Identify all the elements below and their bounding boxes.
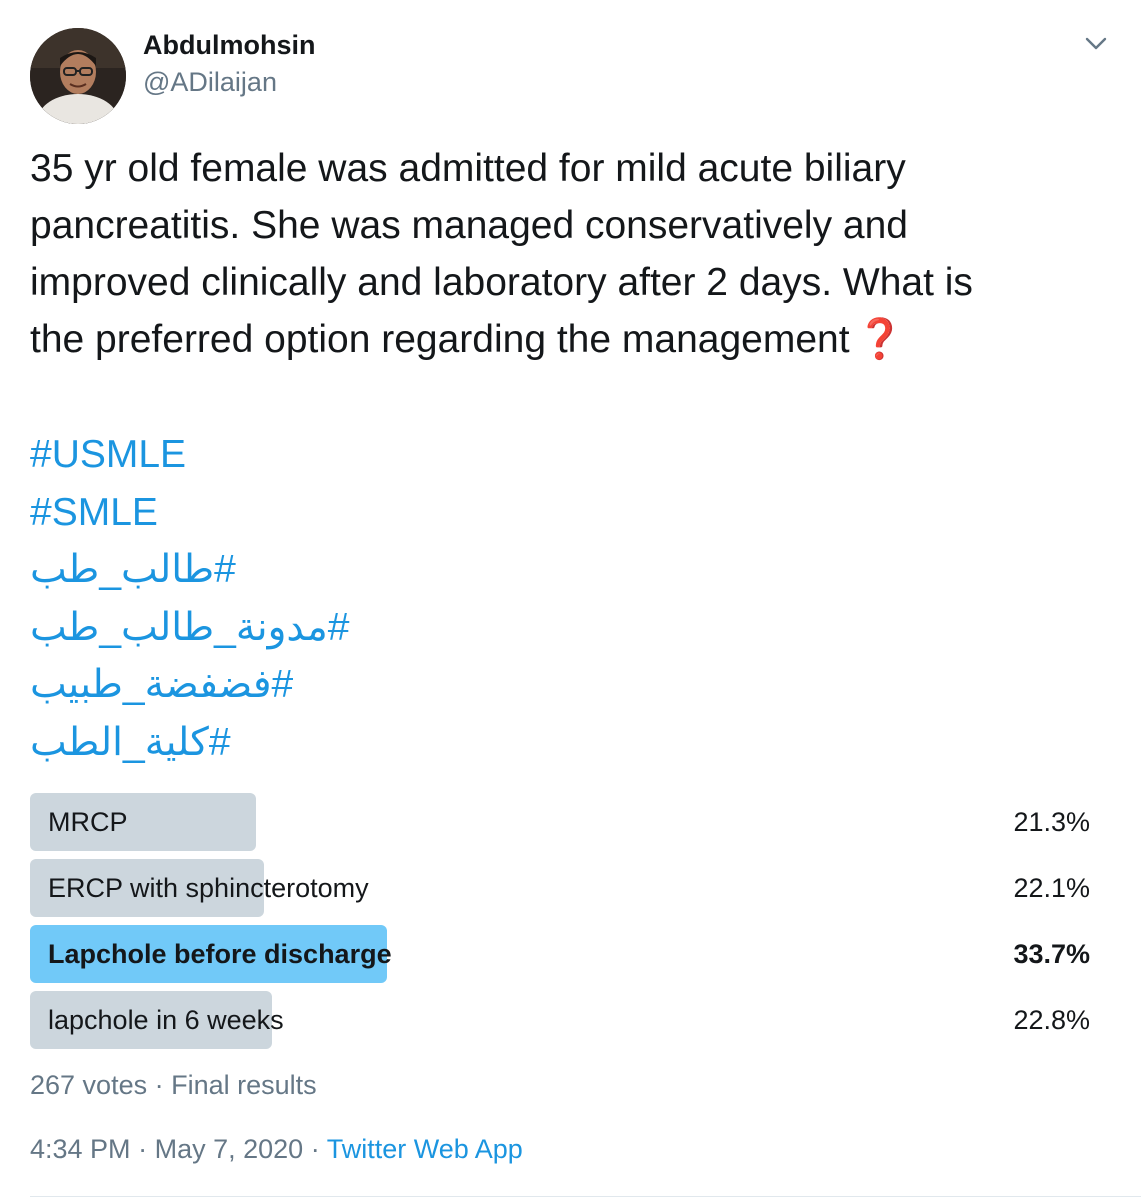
hashtag-doctor-venting[interactable]: #فضفضة_طبيب bbox=[30, 656, 1110, 714]
tweet-line: the preferred option regarding the manag… bbox=[30, 318, 850, 361]
tweet-timestamp: 4:34 PM · May 7, 2020 · Twitter Web App bbox=[30, 1134, 523, 1165]
tweet-time[interactable]: 4:34 PM bbox=[30, 1134, 131, 1164]
separator-dot: · bbox=[138, 1134, 148, 1164]
hashtag-list: #USMLE #SMLE #طالب_طب #مدونة_طالب_طب #فض… bbox=[30, 426, 1110, 772]
avatar[interactable] bbox=[30, 28, 126, 124]
tweet-line: improved clinically and laboratory after… bbox=[30, 261, 973, 304]
user-handle[interactable]: @ADilaijan bbox=[143, 67, 277, 98]
poll-summary: 267 votes · Final results bbox=[30, 1070, 317, 1101]
poll-status: Final results bbox=[171, 1070, 317, 1100]
source-app-link[interactable]: Twitter Web App bbox=[327, 1134, 523, 1164]
separator-dot: · bbox=[310, 1134, 320, 1164]
poll-option-label: MRCP bbox=[48, 807, 128, 837]
poll-option-label: lapchole in 6 weeks bbox=[48, 1005, 284, 1035]
poll-option-label: ERCP with sphincterotomy bbox=[48, 873, 369, 903]
poll-option: Lapchole before discharge 33.7% bbox=[30, 925, 1090, 983]
separator-dot: · bbox=[154, 1070, 164, 1100]
tweet-text: 35 yr old female was admitted for mild a… bbox=[30, 140, 1110, 368]
poll: MRCP 21.3% ERCP with sphincterotomy 22.1… bbox=[30, 793, 1090, 1057]
tweet-date[interactable]: May 7, 2020 bbox=[155, 1134, 304, 1164]
chevron-down-icon[interactable] bbox=[1080, 30, 1112, 58]
poll-option-percent: 33.7% bbox=[1013, 939, 1090, 969]
poll-option: lapchole in 6 weeks 22.8% bbox=[30, 991, 1090, 1049]
display-name[interactable]: Abdulmohsin bbox=[143, 30, 315, 61]
poll-option: MRCP 21.3% bbox=[30, 793, 1090, 851]
hashtag-medical-student[interactable]: #طالب_طب bbox=[30, 541, 1110, 599]
tweet-line: 35 yr old female was admitted for mild a… bbox=[30, 147, 906, 190]
tweet-line: pancreatitis. She was managed conservati… bbox=[30, 204, 908, 247]
hashtag-usmle[interactable]: #USMLE bbox=[30, 426, 1110, 484]
poll-option: ERCP with sphincterotomy 22.1% bbox=[30, 859, 1090, 917]
tweet-line-last: the preferred option regarding the manag… bbox=[30, 311, 1110, 368]
poll-option-percent: 22.8% bbox=[1013, 1005, 1090, 1035]
divider bbox=[30, 1196, 1141, 1197]
hashtag-medical-student-blog[interactable]: #مدونة_طالب_طب bbox=[30, 599, 1110, 657]
poll-vote-count: 267 votes bbox=[30, 1070, 148, 1100]
question-mark-emoji: ❓ bbox=[855, 318, 905, 361]
avatar-photo bbox=[30, 28, 126, 124]
poll-option-percent: 21.3% bbox=[1013, 807, 1090, 837]
poll-option-label: Lapchole before discharge bbox=[48, 939, 392, 969]
hashtag-smle[interactable]: #SMLE bbox=[30, 484, 1110, 542]
poll-option-percent: 22.1% bbox=[1013, 873, 1090, 903]
hashtag-college-of-medicine[interactable]: #كلية_الطب bbox=[30, 714, 1110, 772]
